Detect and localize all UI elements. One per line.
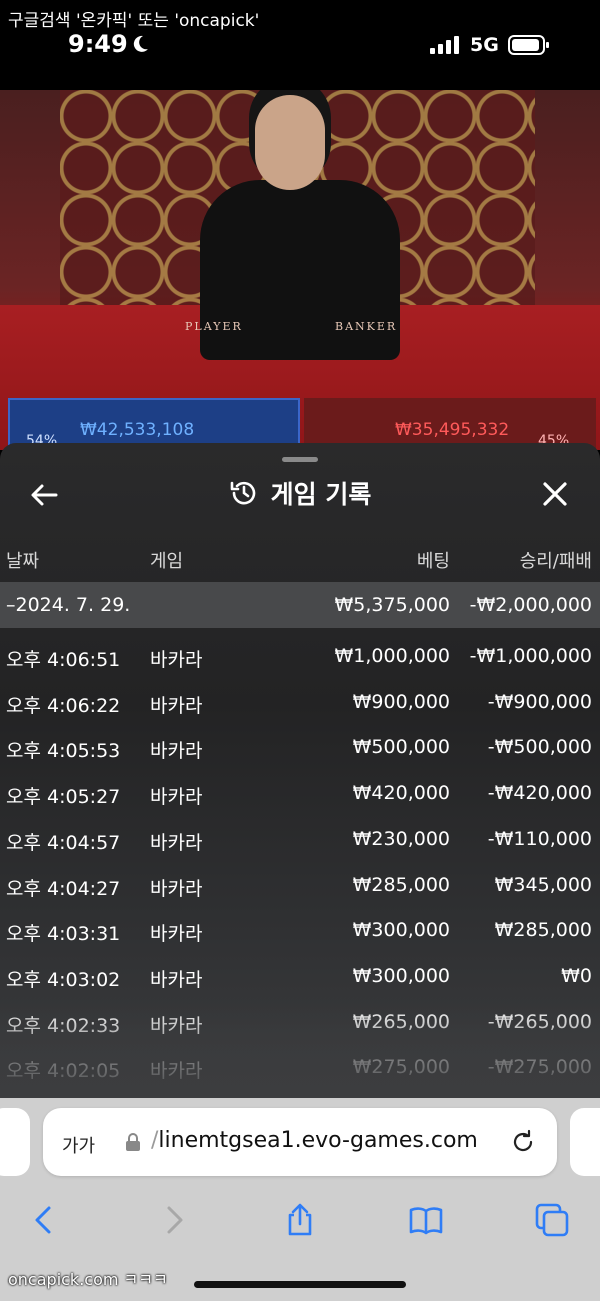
row-bet: ₩500,000 — [352, 736, 450, 759]
reload-icon[interactable] — [509, 1128, 537, 1156]
date-group-row[interactable]: –2024. 7. 29. ₩5,375,000 -₩2,000,000 — [0, 582, 600, 628]
date-group-total-result: -₩2,000,000 — [469, 594, 592, 616]
row-game: 바카라 — [150, 877, 203, 900]
sheet-header: 게임 기록 — [0, 473, 600, 513]
player-table-label: PLAYER — [185, 320, 243, 333]
row-bet: ₩285,000 — [352, 873, 450, 896]
url-host: linemtgsea1.evo-games.com — [158, 1128, 478, 1153]
date-group-total-bet: ₩5,375,000 — [334, 594, 450, 616]
row-game: 바카라 — [150, 968, 203, 991]
row-time: 오후 4:03:02 — [6, 968, 121, 991]
battery-icon — [508, 35, 549, 55]
dealer-head — [255, 95, 325, 190]
row-result: -₩500,000 — [487, 736, 592, 759]
row-time: 오후 4:04:57 — [6, 831, 121, 854]
tabs-icon[interactable] — [534, 1202, 570, 1238]
next-tab-preview[interactable] — [570, 1108, 600, 1176]
player-total-amount: ₩42,533,108 — [80, 420, 195, 440]
row-time: 오후 4:06:22 — [6, 694, 121, 717]
row-result: -₩1,000,000 — [469, 645, 592, 667]
row-time: 오후 4:06:51 — [6, 649, 121, 671]
row-bet: ₩300,000 — [352, 919, 450, 942]
table-row[interactable]: 오후 4:05:27 바카라 ₩420,000 -₩420,000 — [0, 770, 600, 816]
row-bet: ₩420,000 — [352, 782, 450, 805]
row-result: -₩420,000 — [487, 782, 592, 805]
row-time: 오후 4:04:27 — [6, 877, 121, 900]
live-dealer-video[interactable]: PLAYER BANKER ₩42,533,108 ₩35,495,332 54… — [0, 90, 600, 450]
moon-icon — [133, 35, 148, 52]
row-game: 바카라 — [150, 923, 203, 946]
watermark-bottom: oncapick.com ㅋㅋㅋ — [8, 1270, 168, 1289]
browser-back-icon[interactable] — [26, 1202, 62, 1238]
row-bet: ₩300,000 — [352, 964, 450, 987]
column-header-result: 승리/패배 — [519, 551, 592, 572]
row-bet: ₩900,000 — [352, 690, 450, 713]
signal-icon — [430, 36, 459, 54]
bookmarks-icon[interactable] — [408, 1202, 444, 1238]
home-indicator[interactable] — [194, 1281, 406, 1288]
game-history-sheet: 게임 기록 날짜 게임 베팅 승리/패배 –2024. 7. 29. ₩5,37… — [0, 443, 600, 1098]
row-time: 오후 4:05:53 — [6, 740, 121, 763]
row-game: 바카라 — [150, 740, 203, 763]
banker-table-label: BANKER — [335, 320, 398, 333]
sheet-drag-handle[interactable] — [282, 457, 318, 462]
row-bet: ₩1,000,000 — [334, 645, 450, 667]
browser-forward-icon[interactable] — [156, 1202, 192, 1238]
column-header-date: 날짜 — [6, 551, 40, 572]
row-result: ₩345,000 — [494, 873, 592, 896]
list-fade-overlay — [0, 1003, 600, 1098]
row-game: 바카라 — [150, 786, 203, 809]
network-type: 5G — [470, 34, 499, 56]
sheet-title: 게임 기록 — [270, 480, 372, 509]
share-icon[interactable] — [282, 1202, 318, 1238]
watermark-text: 구글검색 '온카픽' 또는 'oncapick' — [8, 11, 260, 31]
table-row[interactable]: 오후 4:05:53 바카라 ₩500,000 -₩500,000 — [0, 724, 600, 770]
address-bar[interactable]: 가가 /linemtgsea1.evo-games.com — [43, 1108, 557, 1176]
table-row[interactable]: 오후 4:04:27 바카라 ₩285,000 ₩345,000 — [0, 862, 600, 908]
close-icon[interactable] — [540, 479, 570, 509]
row-result: ₩285,000 — [494, 919, 592, 942]
status-time: 9:49 — [68, 30, 128, 58]
table-row[interactable]: 오후 4:06:51 바카라 ₩1,000,000 -₩1,000,000 — [0, 633, 600, 679]
table-row[interactable]: 오후 4:04:57 바카라 ₩230,000 -₩110,000 — [0, 816, 600, 862]
lock-icon — [126, 1133, 140, 1151]
row-result: ₩0 — [561, 964, 592, 987]
history-icon — [230, 481, 255, 505]
row-result: -₩900,000 — [487, 690, 592, 713]
dealer — [200, 180, 400, 360]
row-game: 바카라 — [150, 831, 203, 854]
status-bar: 구글검색 '온카픽' 또는 'oncapick' 9:49 5G — [0, 0, 600, 90]
previous-tab-preview[interactable] — [0, 1108, 30, 1176]
row-time: 오후 4:03:31 — [6, 923, 121, 946]
column-header-bet: 베팅 — [416, 551, 450, 572]
text-size-button[interactable]: 가가 — [62, 1132, 95, 1158]
table-row[interactable]: 오후 4:06:22 바카라 ₩900,000 -₩900,000 — [0, 679, 600, 725]
row-game: 바카라 — [150, 649, 203, 671]
date-group-date: –2024. 7. 29. — [6, 594, 131, 616]
banker-total-amount: ₩35,495,332 — [395, 420, 510, 440]
table-row[interactable]: 오후 4:03:02 바카라 ₩300,000 ₩0 — [0, 953, 600, 999]
url-text[interactable]: /linemtgsea1.evo-games.com — [151, 1128, 478, 1153]
row-result: -₩110,000 — [487, 827, 592, 850]
table-row[interactable]: 오후 4:03:31 바카라 ₩300,000 ₩285,000 — [0, 907, 600, 953]
row-time: 오후 4:05:27 — [6, 786, 121, 809]
row-game: 바카라 — [150, 694, 203, 717]
column-header-game: 게임 — [150, 551, 184, 572]
row-bet: ₩230,000 — [352, 827, 450, 850]
